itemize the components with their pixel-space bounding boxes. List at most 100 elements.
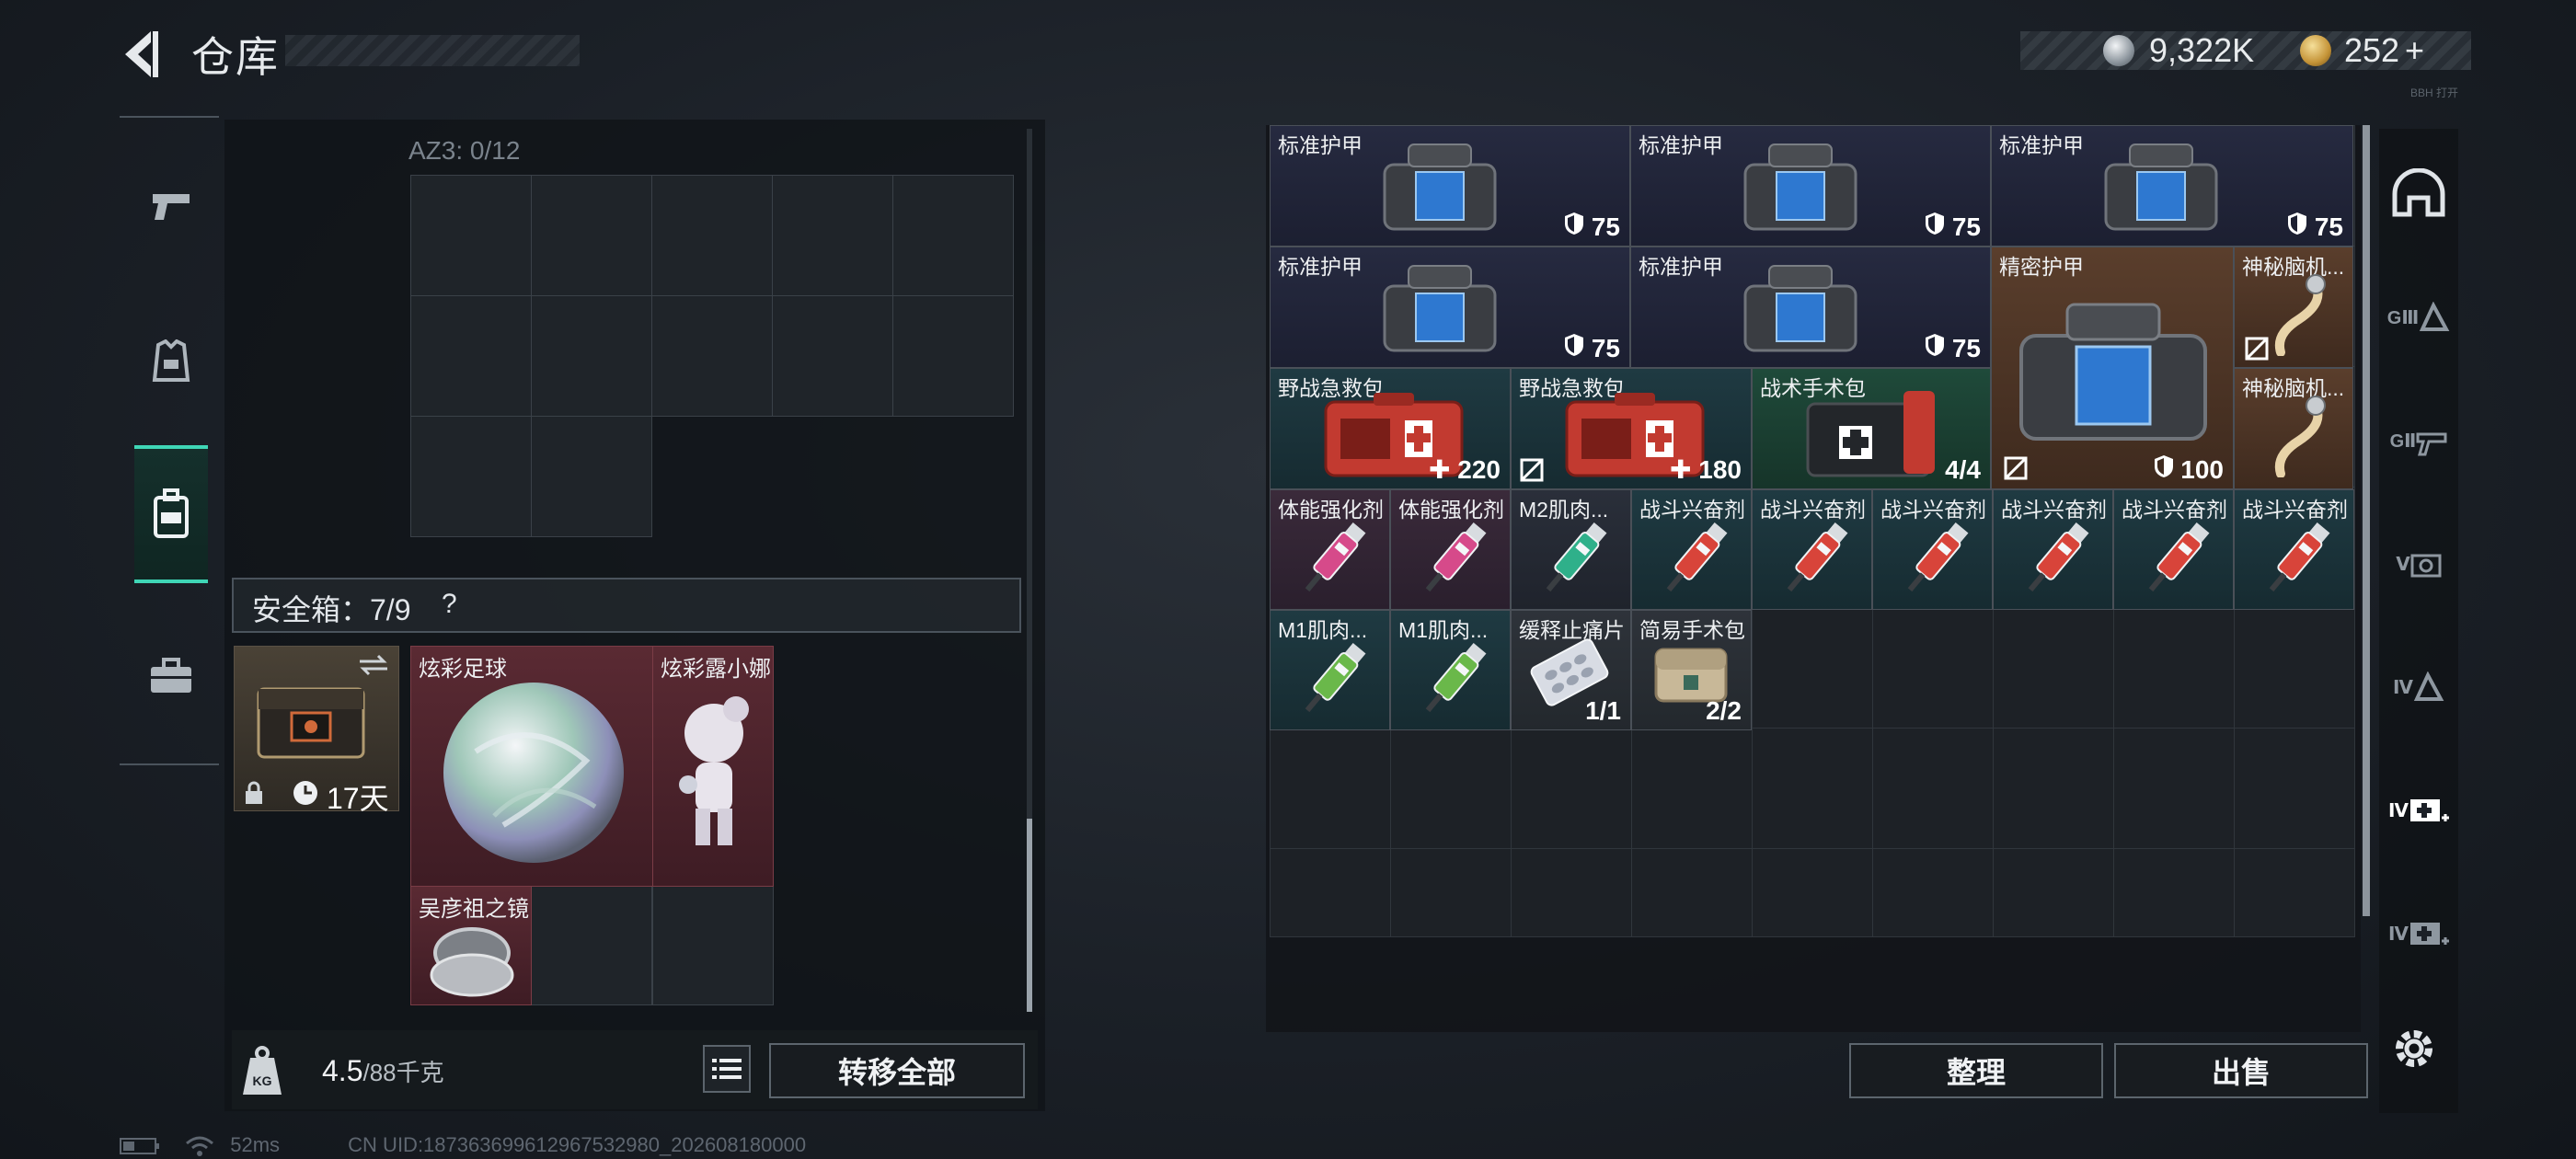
grid-cell[interactable]: [2113, 607, 2235, 729]
warehouse-item-first-aid[interactable]: 野战急救包 ✚ 180: [1511, 368, 1752, 489]
grid-cell[interactable]: [1631, 848, 1753, 937]
clock-icon: [293, 781, 317, 805]
tab-iv-medical-2[interactable]: Ⅳ: [2379, 878, 2458, 990]
grid-cell[interactable]: [2234, 728, 2355, 849]
warehouse-item-syringe[interactable]: 战斗兴奋剂: [1752, 489, 1872, 610]
grid-cell[interactable]: [892, 175, 1014, 296]
grid-cell[interactable]: [410, 295, 532, 417]
grid-cell[interactable]: [1872, 607, 1994, 729]
warehouse-item-simple-surgery-kit[interactable]: 简易手术包 2/2: [1631, 610, 1752, 730]
warehouse-item-syringe[interactable]: M1肌肉...: [1270, 610, 1390, 730]
grid-cell[interactable]: [2113, 728, 2235, 849]
warehouse-item-syringe[interactable]: M1肌肉...: [1390, 610, 1511, 730]
warehouse-item-surgery-kit[interactable]: 战术手术包 4/4: [1752, 368, 1991, 489]
warehouse-item-syringe[interactable]: 战斗兴奋剂: [1993, 489, 2113, 610]
nav-case[interactable]: [134, 607, 208, 745]
grid-cell[interactable]: [651, 175, 773, 296]
warehouse-item-brain-chip[interactable]: 神秘脑机...: [2234, 368, 2353, 489]
warehouse-item-precision-armor[interactable]: 精密护甲 100: [1991, 247, 2234, 489]
warehouse-item-armor[interactable]: 标准护甲 75: [1630, 125, 1991, 247]
grid-cell[interactable]: [2234, 607, 2355, 729]
grid-cell[interactable]: [772, 295, 893, 417]
help-button[interactable]: ?: [442, 589, 457, 620]
vault-item-figure[interactable]: 炫彩露小娜: [652, 646, 774, 887]
vault-item-football[interactable]: 炫彩足球: [410, 646, 653, 887]
safe-case-icon: [257, 687, 365, 759]
grid-cell[interactable]: [1631, 728, 1753, 849]
grid-cell[interactable]: [1511, 848, 1632, 937]
grid-cell[interactable]: [1872, 728, 1994, 849]
sell-button[interactable]: 出售: [2114, 1043, 2368, 1098]
nav-armor[interactable]: [134, 293, 208, 430]
grid-cell[interactable]: [1270, 728, 1391, 849]
grid-cell[interactable]: [1752, 848, 1873, 937]
charges: ✚ 180: [1670, 455, 1742, 484]
warehouse-item-armor[interactable]: 标准护甲 75: [1630, 247, 1991, 368]
grid-cell[interactable]: [1872, 848, 1994, 937]
armor-bag-icon: [2104, 143, 2218, 231]
list-view-button[interactable]: [703, 1045, 751, 1093]
tab-g3[interactable]: GⅢ: [2379, 261, 2458, 373]
swap-icon[interactable]: [358, 654, 389, 676]
shield-icon: [1565, 334, 1584, 356]
grid-cell[interactable]: [1993, 607, 2114, 729]
grid-cell[interactable]: [1752, 728, 1873, 849]
weight-current: 4.5: [322, 1054, 363, 1087]
syringe-icon: [1666, 522, 1728, 592]
tab-all[interactable]: [2379, 138, 2458, 250]
warehouse-item-syringe[interactable]: 体能强化剂: [1270, 489, 1390, 610]
grid-cell[interactable]: [1511, 728, 1632, 849]
nav-weapons[interactable]: [134, 138, 208, 276]
nav-backpack[interactable]: [134, 445, 208, 583]
settings-gear-icon[interactable]: [2388, 1023, 2440, 1074]
grid-cell[interactable]: [1390, 728, 1512, 849]
warehouse-item-syringe[interactable]: 战斗兴奋剂: [1631, 489, 1752, 610]
tab-v[interactable]: Ⅴ: [2379, 508, 2458, 620]
grid-cell[interactable]: [651, 295, 773, 417]
grid-cell[interactable]: [2113, 848, 2235, 937]
grid-cell[interactable]: [1993, 848, 2114, 937]
grid-cell[interactable]: [652, 886, 774, 1005]
warehouse-scrollbar[interactable]: [2363, 125, 2370, 916]
tab-g2[interactable]: GⅡ: [2379, 384, 2458, 497]
warehouse-item-first-aid[interactable]: 野战急救包 ✚ 220: [1270, 368, 1511, 489]
warehouse-item-syringe[interactable]: 战斗兴奋剂: [2113, 489, 2234, 610]
grid-cell[interactable]: [531, 416, 652, 537]
warehouse-item-painkiller[interactable]: 缓释止痛片 1/1: [1511, 610, 1631, 730]
grid-cell[interactable]: [2234, 848, 2355, 937]
grid-cell[interactable]: [1993, 728, 2114, 849]
grid-cell[interactable]: [1752, 607, 1873, 729]
briefcase-icon: [151, 658, 191, 693]
warehouse-item-syringe[interactable]: 战斗兴奋剂: [2234, 489, 2354, 610]
safe-case-item[interactable]: 17天: [234, 646, 399, 815]
vault-item-mirror[interactable]: 吴彦祖之镜: [410, 886, 532, 1005]
warehouse-item-brain-chip[interactable]: 神秘脑机...: [2234, 247, 2353, 368]
grid-cell[interactable]: [1390, 848, 1512, 937]
gold-add-button[interactable]: +: [2405, 31, 2424, 70]
charges: 4/4: [1945, 455, 1981, 484]
grid-cell[interactable]: [531, 886, 652, 1005]
backpack-scroll-thumb[interactable]: [1027, 819, 1032, 1012]
grid-cell[interactable]: [410, 416, 532, 537]
warehouse-item-syringe[interactable]: 战斗兴奋剂: [1872, 489, 1993, 610]
syringe-icon: [1907, 522, 1969, 592]
grid-cell[interactable]: [772, 175, 893, 296]
tab-iv[interactable]: Ⅳ: [2379, 631, 2458, 743]
grid-cell[interactable]: [1270, 848, 1391, 937]
grid-cell[interactable]: [410, 175, 532, 296]
transfer-all-button[interactable]: 转移全部: [769, 1043, 1025, 1098]
warehouse-item-armor[interactable]: 标准护甲 75: [1991, 125, 2353, 247]
tab-iv-medical[interactable]: Ⅳ: [2379, 754, 2458, 866]
medkit-plus-icon: [2409, 799, 2449, 821]
sort-button[interactable]: 整理: [1849, 1043, 2103, 1098]
grid-cell[interactable]: [531, 295, 652, 417]
warehouse-item-armor[interactable]: 标准护甲 75: [1270, 247, 1630, 368]
grid-cell[interactable]: [892, 295, 1014, 417]
warehouse-item-syringe[interactable]: M2肌肉...: [1511, 489, 1631, 610]
grid-cell[interactable]: [531, 175, 652, 296]
warehouse-item-armor[interactable]: 标准护甲 75: [1270, 125, 1630, 247]
warehouse-item-syringe[interactable]: 体能强化剂: [1390, 489, 1511, 610]
tab-label: Ⅳ: [2388, 924, 2409, 945]
back-arrow-icon[interactable]: [118, 28, 162, 81]
case-timer: 17天: [327, 782, 389, 815]
